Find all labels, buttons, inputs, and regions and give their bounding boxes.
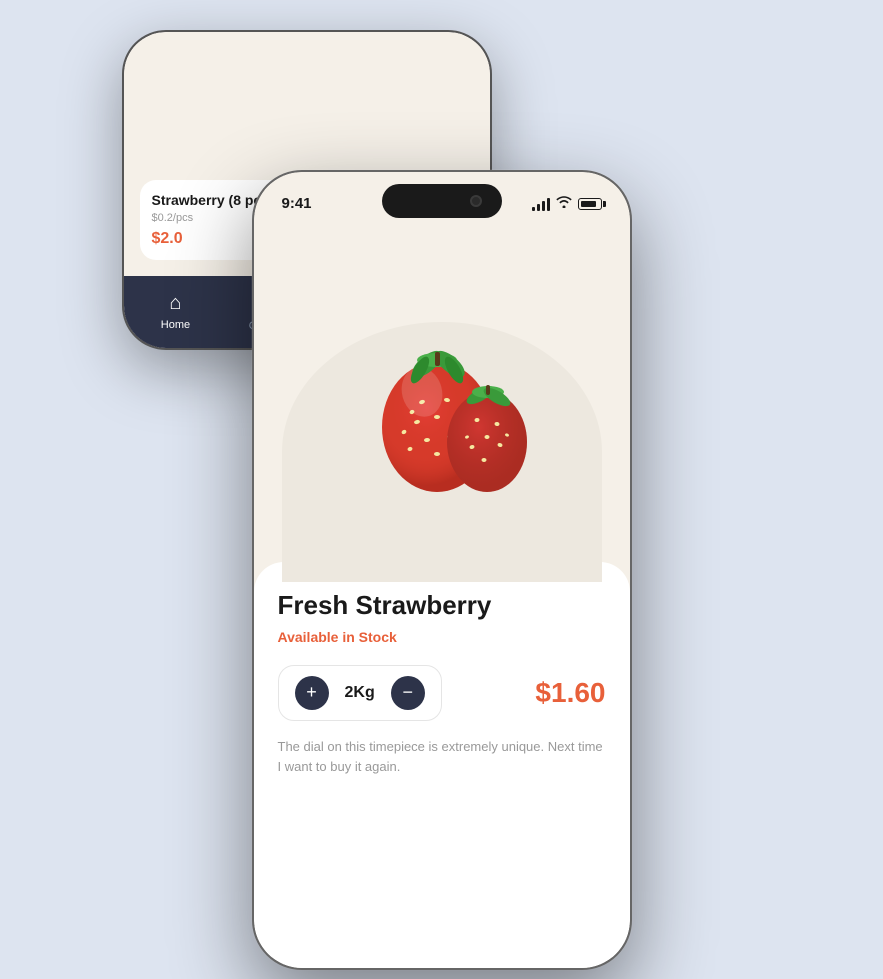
- wifi-icon: [556, 196, 572, 211]
- product-total-price: $1.60: [535, 677, 605, 709]
- dynamic-island: [382, 184, 502, 218]
- quantity-row: + 2Kg − $1.60: [278, 665, 606, 721]
- quantity-control: + 2Kg −: [278, 665, 442, 721]
- phone-front: 9:41: [252, 170, 632, 970]
- product-image-area: [254, 222, 630, 562]
- signal-icon: [532, 197, 550, 211]
- battery-icon: [578, 198, 602, 210]
- camera-dot: [470, 195, 482, 207]
- status-time: 9:41: [282, 195, 312, 212]
- product-image: [332, 292, 552, 492]
- quantity-decrease-button[interactable]: −: [391, 676, 425, 710]
- product-description: The dial on this timepiece is extremely …: [278, 737, 606, 779]
- nav-home[interactable]: ⌂ Home: [161, 292, 190, 331]
- quantity-increase-button[interactable]: +: [295, 676, 329, 710]
- product-availability: Available in Stock: [278, 629, 606, 645]
- nav-home-label: Home: [161, 319, 190, 331]
- product-title: Fresh Strawberry: [278, 590, 606, 621]
- home-icon: ⌂: [169, 292, 181, 315]
- quantity-value: 2Kg: [345, 684, 375, 702]
- product-info-panel: Fresh Strawberry Available in Stock + 2K…: [254, 562, 630, 968]
- status-icons: [532, 196, 602, 211]
